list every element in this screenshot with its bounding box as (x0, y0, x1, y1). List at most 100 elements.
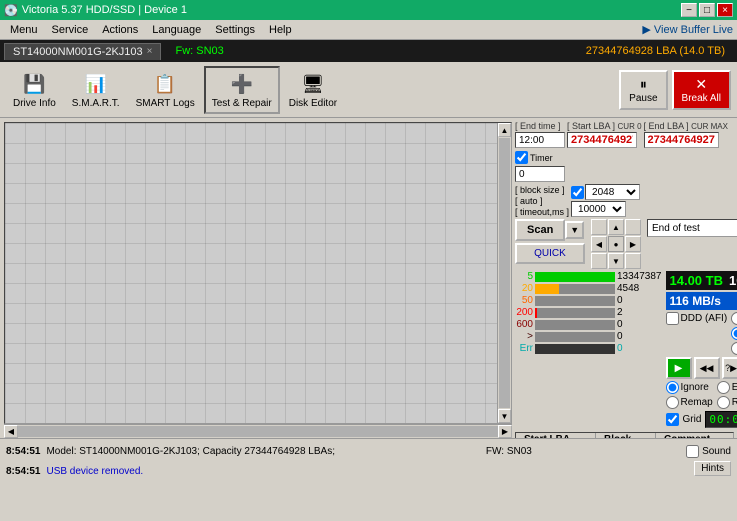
end-time-label: [ End time ] (515, 121, 565, 131)
menubar: Menu Service Actions Language Settings H… (0, 20, 737, 40)
menu-settings[interactable]: Settings (209, 22, 261, 38)
progress-bar: 14.00 TB 100 % (666, 271, 737, 290)
right-panel: [ End time ] Timer [ Start LBA ] CUR 0 2… (512, 118, 737, 438)
dir-e[interactable]: ▶ (625, 236, 641, 252)
stat-val-600: 0 (617, 319, 623, 330)
timer-row: Timer (515, 151, 565, 164)
stat-num-20: 20 (515, 283, 533, 294)
device-tab[interactable]: ST14000NM001G-2KJ103 × (4, 43, 161, 60)
stat-row-600: 600 0 (515, 319, 662, 330)
stats-speed-row: 5 13347387 20 4548 50 0 (515, 271, 734, 428)
dir-sw[interactable] (591, 253, 607, 269)
smart-logs-icon: 📋 (151, 70, 179, 98)
skip-button[interactable]: ?▶◀ (722, 357, 737, 379)
dir-center[interactable]: ● (608, 236, 624, 252)
dir-ne[interactable] (625, 219, 641, 235)
stat-num-5: 5 (515, 271, 533, 282)
sound-checkbox[interactable] (686, 445, 699, 458)
menu-help[interactable]: Help (263, 22, 298, 38)
sound-label: Sound (702, 446, 731, 457)
minimize-button[interactable]: − (681, 3, 697, 17)
menu-menu[interactable]: Menu (4, 22, 44, 38)
stat-val-gt: 0 (617, 331, 623, 342)
scroll-thumb (499, 138, 510, 408)
test-repair-icon: ➕ (228, 70, 256, 98)
speed-options-col: 14.00 TB 100 % 116 MB/s DDD (AFI) (666, 271, 737, 428)
stat-row-gt: > 0 (515, 331, 662, 342)
scan-button[interactable]: Scan (515, 219, 565, 241)
block-auto-checkbox[interactable] (571, 186, 584, 199)
view-buffer-button[interactable]: ▶ View Buffer Live (642, 23, 733, 36)
drive-info-button[interactable]: 💾 Drive Info (6, 66, 63, 114)
timer-checkbox[interactable] (515, 151, 528, 164)
block-values: 2048 10000 (571, 184, 640, 217)
disk-editor-button[interactable]: 🖥 Disk Editor (282, 66, 344, 114)
dir-w[interactable]: ◀ (591, 236, 607, 252)
close-button[interactable]: × (717, 3, 733, 17)
grid-checkbox[interactable] (666, 413, 679, 426)
test-repair-button[interactable]: ➕ Test & Repair (204, 66, 280, 114)
test-repair-label: Test & Repair (212, 98, 272, 109)
disk-editor-label: Disk Editor (289, 98, 337, 109)
erase-row: Erase (717, 381, 737, 394)
scroll-up-button[interactable]: ▲ (498, 123, 511, 137)
menu-actions[interactable]: Actions (96, 22, 144, 38)
break-all-button[interactable]: ✕ Break All (672, 70, 731, 110)
statusbar-right: Sound Hints (686, 441, 731, 480)
pause-button[interactable]: ⏸ Pause (619, 70, 667, 110)
vrw-col: Verify Read Write (731, 312, 737, 355)
main-area: ▲ ▼ ◀ ▶ [ End time ] Timer (0, 118, 737, 438)
dir-n[interactable]: ▲ (608, 219, 624, 235)
table-header: Start LBA Block Comment (516, 433, 733, 438)
end-time-input[interactable] (515, 132, 565, 148)
stat-fill-5 (535, 272, 615, 282)
scroll-right-button[interactable]: ▶ (498, 425, 512, 438)
smart-logs-button[interactable]: 📋 SMART Logs (129, 66, 202, 114)
timeout-select[interactable]: 10000 (571, 201, 626, 217)
remap-radio[interactable] (666, 396, 679, 409)
rewind-button[interactable]: ◀◀ (694, 357, 720, 379)
ddd-row: DDD (AFI) (666, 312, 728, 325)
status-fw-label: FW: SN03 (486, 446, 532, 457)
menu-service[interactable]: Service (46, 22, 95, 38)
erase-radio[interactable] (717, 381, 730, 394)
scroll-h-thumb (18, 426, 498, 437)
remap-row: Remap (666, 396, 713, 409)
hints-button[interactable]: Hints (694, 461, 731, 476)
dir-se[interactable] (625, 253, 641, 269)
pct-label: 100 % (729, 273, 737, 288)
read-write-options: DDD (AFI) Verify Read (666, 312, 737, 355)
ignore-radio[interactable] (666, 381, 679, 394)
dir-s[interactable]: ▼ (608, 253, 624, 269)
dir-nw[interactable] (591, 219, 607, 235)
smart-label: S.M.A.R.T. (72, 98, 120, 109)
menu-language[interactable]: Language (146, 22, 207, 38)
scan-dropdown-button[interactable]: ▼ (565, 221, 584, 239)
speed-label: 116 MB/s (670, 294, 721, 308)
graph-scrollbar-v[interactable]: ▲ ▼ (497, 123, 511, 423)
play-button[interactable]: ▶ (666, 357, 692, 379)
ddd-checkbox[interactable] (666, 312, 679, 325)
refresh-radio[interactable] (717, 396, 730, 409)
quick-button[interactable]: QUICK (515, 243, 585, 264)
end-of-test-select[interactable]: End of test (647, 219, 737, 237)
start-lba-input[interactable]: 27344764927 (567, 132, 637, 148)
toolbar: 💾 Drive Info 📊 S.M.A.R.T. 📋 SMART Logs ➕… (0, 62, 737, 118)
verify-radio[interactable] (731, 312, 737, 325)
read-radio[interactable] (731, 327, 737, 340)
block-size-select[interactable]: 2048 (585, 184, 640, 200)
timer-input[interactable] (515, 166, 565, 182)
timeout-label: [ timeout,ms ] (515, 207, 569, 217)
scroll-down-button[interactable]: ▼ (498, 409, 511, 423)
smart-button[interactable]: 📊 S.M.A.R.T. (65, 66, 127, 114)
start-lba-section: [ Start LBA ] CUR 0 27344764927 (567, 121, 642, 148)
maximize-button[interactable]: □ (699, 3, 715, 17)
end-lba-input[interactable]: 27344764927 (644, 132, 719, 148)
ignore-remap-col: Ignore Remap (666, 381, 713, 409)
end-time-section: [ End time ] Timer (515, 121, 565, 182)
tab-close-button[interactable]: × (147, 46, 153, 57)
graph-scrollbar-h[interactable]: ◀ ▶ (4, 424, 512, 438)
scroll-left-button[interactable]: ◀ (4, 425, 18, 438)
tabbar: ST14000NM001G-2KJ103 × Fw: SN03 27344764… (0, 40, 737, 62)
write-radio[interactable] (731, 342, 737, 355)
